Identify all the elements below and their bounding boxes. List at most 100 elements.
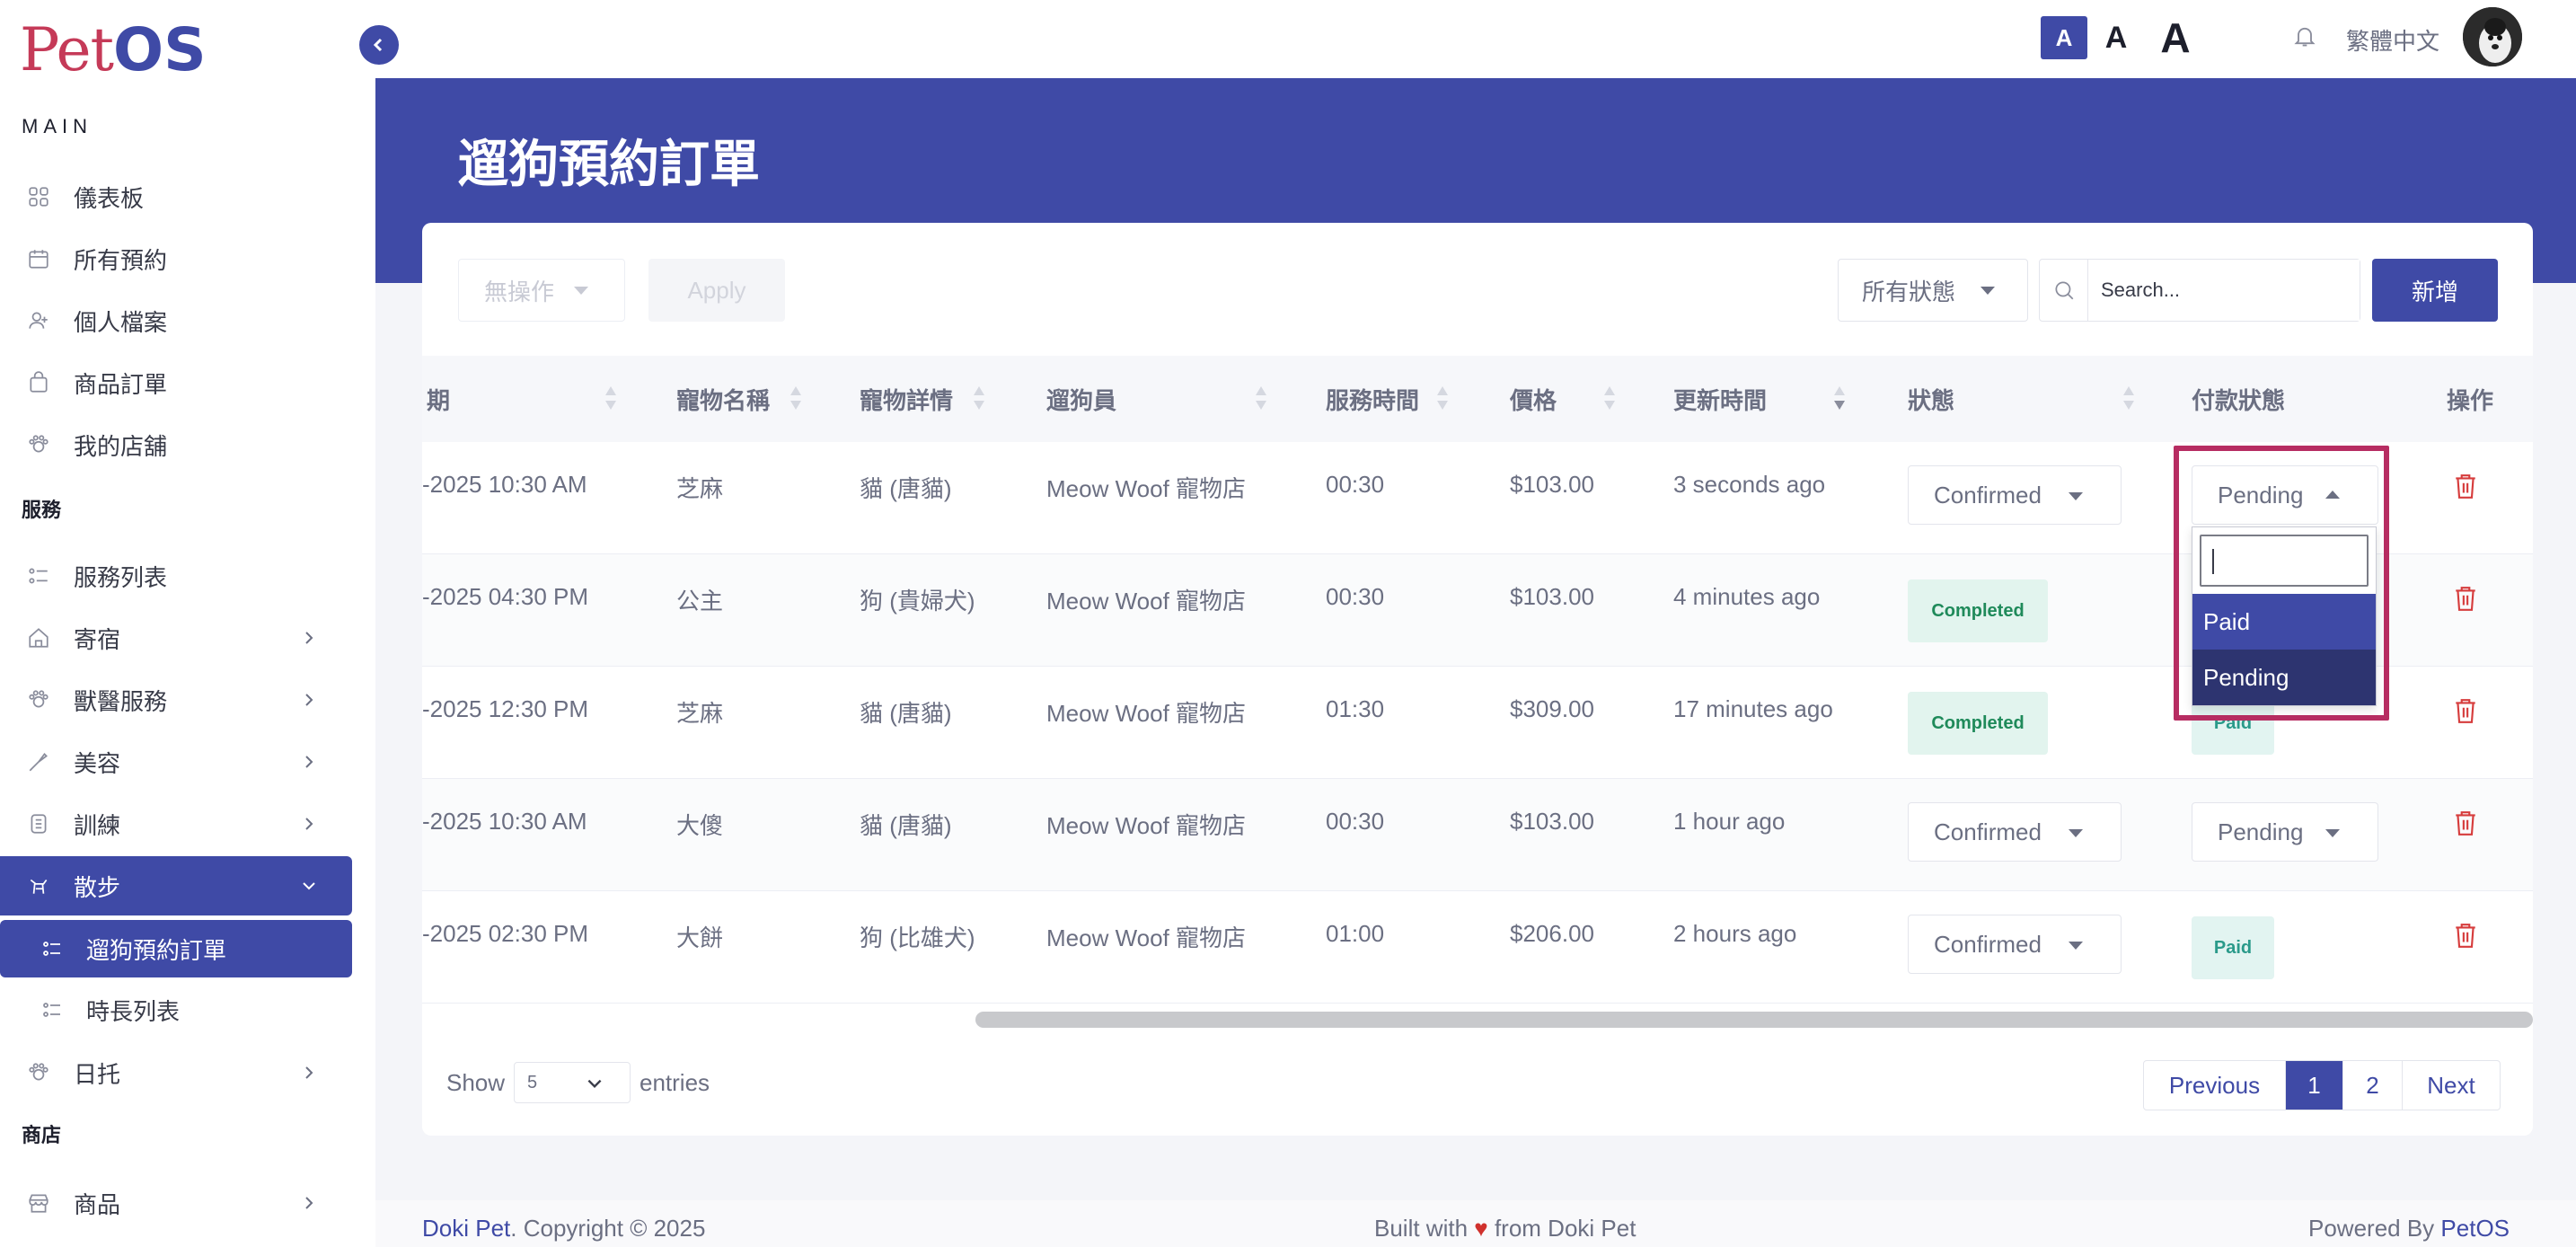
dropdown-option-paid[interactable]: Paid xyxy=(2192,594,2376,650)
page-button-2[interactable]: 2 xyxy=(2343,1061,2403,1110)
column-header-status[interactable]: 狀態 xyxy=(1908,356,1954,442)
footer-copyright: Doki Pet. Copyright © 2025 xyxy=(422,1215,705,1243)
column-header-updated[interactable]: 更新時間 xyxy=(1673,356,1767,442)
sidebar-item-label: 商品 xyxy=(74,1190,121,1218)
caret-down-icon xyxy=(2069,829,2083,837)
sidebar-item-daycare[interactable]: 日托 xyxy=(0,1043,352,1102)
sidebar-item-my-store[interactable]: 我的店舖 xyxy=(0,415,352,474)
section-label-main: MAIN xyxy=(22,115,93,137)
status-filter-select[interactable]: 所有狀態 xyxy=(1838,259,2028,322)
collapse-sidebar-button[interactable] xyxy=(359,25,399,65)
sidebar-item-products[interactable]: 商品 xyxy=(0,1173,352,1233)
sort-icon[interactable] xyxy=(789,383,803,413)
cell-duration: 01:00 xyxy=(1326,920,1385,947)
sidebar-item-dashboard[interactable]: 儀表板 xyxy=(0,167,352,226)
previous-page-button[interactable]: Previous xyxy=(2144,1061,2286,1110)
cell-date: -2025 10:30 AM xyxy=(422,471,587,498)
cell-date: -2025 02:30 PM xyxy=(422,920,589,947)
bulk-action-value: 無操作 xyxy=(484,278,555,305)
sort-icon[interactable] xyxy=(1435,383,1450,413)
dropdown-option-pending[interactable]: Pending xyxy=(2192,650,2376,705)
cell-updated: 1 hour ago xyxy=(1673,808,1786,835)
sort-icon[interactable] xyxy=(1602,383,1617,413)
payment-badge: Paid xyxy=(2192,916,2274,979)
top-bar xyxy=(375,0,2576,78)
column-header-duration[interactable]: 服務時間 xyxy=(1326,356,1419,442)
sort-icon[interactable] xyxy=(2122,383,2136,413)
status-select[interactable]: Confirmed xyxy=(1908,465,2122,525)
sidebar-item-walk[interactable]: 散步 xyxy=(0,856,352,915)
next-page-button[interactable]: Next xyxy=(2403,1061,2500,1110)
sidebar-item-all-bookings[interactable]: 所有預約 xyxy=(0,229,352,288)
walk-icon xyxy=(30,879,48,894)
trash-icon[interactable] xyxy=(2454,697,2477,724)
column-header-walker[interactable]: 遛狗員 xyxy=(1046,356,1116,442)
payment-dropdown-panel: Paid Pending xyxy=(2192,526,2377,706)
sort-icon[interactable] xyxy=(604,383,618,413)
payment-select-value: Pending xyxy=(2218,818,2304,845)
status-badge: Completed xyxy=(1908,579,2048,642)
sidebar-item-product-orders[interactable]: 商品訂單 xyxy=(0,353,352,412)
cell-pet-detail: 貓 (唐貓) xyxy=(860,475,952,502)
font-size-small-button[interactable]: A xyxy=(2041,16,2087,59)
column-header-pet-name[interactable]: 寵物名稱 xyxy=(676,356,770,442)
cell-pet-name: 芝麻 xyxy=(676,700,724,727)
dropdown-search-input[interactable] xyxy=(2200,535,2369,587)
cell-pet-detail: 貓 (唐貓) xyxy=(860,700,952,727)
footer-brand-link[interactable]: Doki Pet xyxy=(422,1215,510,1242)
status-select[interactable]: Confirmed xyxy=(1908,915,2122,974)
footer-built-suffix: from Doki Pet xyxy=(1494,1215,1636,1242)
horizontal-scrollbar[interactable] xyxy=(975,1012,2533,1028)
language-selector[interactable]: 繁體中文 xyxy=(2346,23,2439,57)
sort-icon[interactable] xyxy=(972,383,986,413)
column-header-pet-detail[interactable]: 寵物詳情 xyxy=(860,356,953,442)
pagination: Previous 1 2 Next xyxy=(2143,1060,2501,1110)
entries-per-page-select[interactable]: 5 xyxy=(514,1062,631,1103)
sidebar-item-training[interactable]: 訓練 xyxy=(0,794,352,853)
trash-icon[interactable] xyxy=(2454,809,2477,836)
add-button[interactable]: 新增 xyxy=(2372,259,2498,322)
sidebar-item-walk-bookings[interactable]: 遛狗預約訂單 xyxy=(0,920,352,977)
sort-icon[interactable] xyxy=(1254,383,1268,413)
sidebar-item-label: 所有預約 xyxy=(74,246,168,274)
avatar[interactable] xyxy=(2463,7,2522,66)
sidebar-item-boarding[interactable]: 寄宿 xyxy=(0,608,352,668)
footer-powered-brand-link[interactable]: PetOS xyxy=(2440,1215,2510,1242)
sidebar-item-service-list[interactable]: 服務列表 xyxy=(0,546,352,606)
trash-icon[interactable] xyxy=(2454,473,2477,500)
sidebar-item-vet[interactable]: 獸醫服務 xyxy=(0,670,352,730)
chevron-right-icon xyxy=(305,694,313,706)
trash-icon[interactable] xyxy=(2454,585,2477,612)
list-icon xyxy=(43,1003,60,1017)
sidebar-item-grooming[interactable]: 美容 xyxy=(0,732,352,792)
column-header-date[interactable]: 期 xyxy=(427,356,450,442)
font-size-large-button[interactable]: A xyxy=(2152,14,2199,61)
page-button-1[interactable]: 1 xyxy=(2286,1061,2343,1110)
sidebar-item-label: 個人檔案 xyxy=(74,308,168,336)
cell-walker: Meow Woof 寵物店 xyxy=(1046,812,1247,839)
column-header-price[interactable]: 價格 xyxy=(1510,356,1557,442)
sidebar-item-profile[interactable]: 個人檔案 xyxy=(0,291,352,350)
sidebar-item-label: 美容 xyxy=(74,749,121,777)
status-filter-value: 所有狀態 xyxy=(1862,278,1956,305)
cell-price: $206.00 xyxy=(1510,920,1594,947)
chevron-down-icon xyxy=(303,882,315,890)
trash-icon[interactable] xyxy=(2454,922,2477,949)
store-icon xyxy=(29,435,49,453)
cell-updated: 4 minutes ago xyxy=(1673,583,1821,610)
apply-button[interactable]: Apply xyxy=(648,259,785,322)
search-input[interactable] xyxy=(2088,260,2360,321)
payment-select[interactable]: Pending xyxy=(2192,802,2378,862)
status-select[interactable]: Confirmed xyxy=(1908,802,2122,862)
column-header-payment: 付款狀態 xyxy=(2192,386,2286,414)
petos-logo[interactable]: PetOS xyxy=(20,14,207,86)
footer-copyright-text: . Copyright © 2025 xyxy=(510,1215,706,1242)
sidebar-item-duration-list[interactable]: 時長列表 xyxy=(0,981,352,1039)
bell-icon[interactable] xyxy=(2292,23,2317,49)
font-size-medium-button[interactable]: A xyxy=(2098,16,2134,59)
bulk-action-select[interactable]: 無操作 xyxy=(458,259,625,322)
sort-desc-icon[interactable] xyxy=(1832,383,1847,413)
cell-duration: 00:30 xyxy=(1326,471,1385,498)
caret-down-icon xyxy=(574,286,589,295)
cell-updated: 17 minutes ago xyxy=(1673,695,1833,722)
